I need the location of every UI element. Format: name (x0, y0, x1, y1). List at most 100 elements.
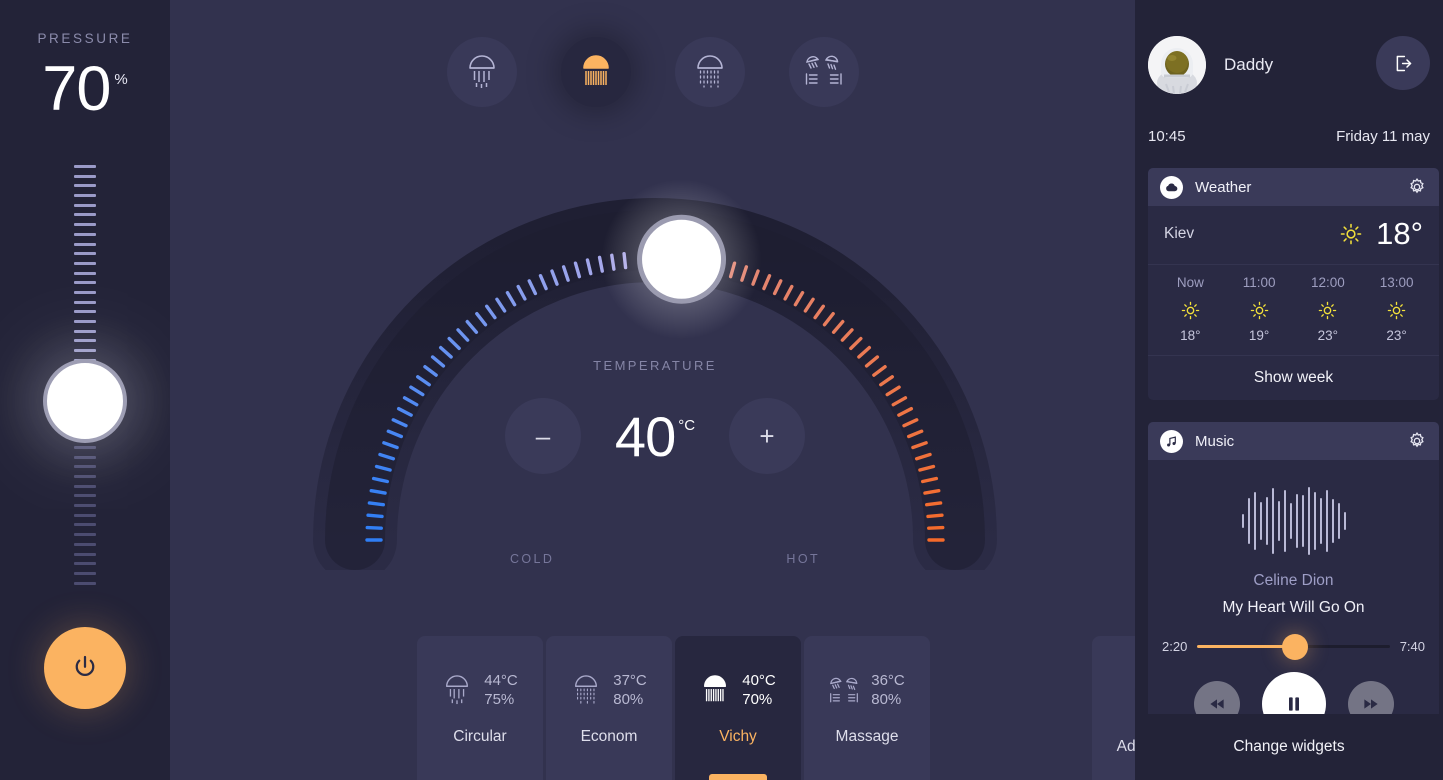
pressure-tick (74, 203, 96, 207)
pressure-tick (74, 242, 96, 246)
pressure-tick (74, 504, 96, 508)
music-note-icon (1160, 429, 1183, 453)
preset-list: 44°C 75% Circular 37°C 80% Econom 40°C 70% Vichy… (417, 636, 930, 780)
preset-active-indicator (709, 774, 767, 780)
temperature-unit: °C (678, 416, 696, 434)
weather-hour-icon (1225, 300, 1294, 320)
preset-temperature: 36°C (871, 672, 905, 689)
mode-button-mist[interactable] (674, 37, 745, 107)
pressure-tick (74, 281, 96, 285)
mode-button-jets[interactable] (788, 37, 859, 107)
waveform-bar (1307, 487, 1310, 555)
dial-tick (365, 525, 383, 530)
power-button[interactable] (44, 627, 126, 709)
sun-icon (1340, 223, 1362, 245)
music-artist: Celine Dion (1253, 572, 1334, 589)
waveform-bar (1283, 490, 1286, 552)
pressure-tick (74, 513, 96, 517)
weather-hour-temp: 23° (1386, 328, 1407, 343)
pause-icon (1288, 697, 1299, 711)
preset-temperature: 40°C (742, 672, 776, 689)
dial-tick (925, 501, 943, 507)
preset-card-econom[interactable]: 37°C 80% Econom (546, 636, 672, 780)
preset-card-circular[interactable]: 44°C 75% Circular (417, 636, 543, 780)
preset-card-vichy[interactable]: 40°C 70% Vichy (675, 636, 801, 780)
temperature-increase-button[interactable]: + (729, 398, 805, 474)
shower-head-mist-icon (696, 55, 723, 88)
weather-hour-column: Now 18° (1156, 275, 1225, 343)
logout-button[interactable] (1376, 36, 1430, 90)
music-track-title: My Heart Will Go On (1222, 599, 1365, 616)
weather-current-temp: 18° (1376, 216, 1423, 251)
waveform-bar (1319, 498, 1322, 544)
sun-icon (1181, 301, 1200, 319)
pressure-tick (74, 290, 96, 294)
waveform-bar (1331, 499, 1334, 543)
pressure-tick (74, 320, 96, 323)
shower-jets-icon (805, 55, 842, 85)
gear-icon[interactable] (1407, 431, 1427, 451)
weather-hour-label: Now (1176, 275, 1204, 290)
pressure-tick (74, 339, 96, 343)
weather-hour-column: 12:00 23° (1294, 275, 1363, 343)
pressure-value: 70% (0, 58, 170, 121)
music-progress[interactable]: 2:20 7:40 (1148, 633, 1439, 660)
pressure-tick (74, 329, 96, 333)
preset-card-massage[interactable]: 36°C 80% Massage (804, 636, 930, 780)
temperature-dial[interactable]: TEMPERATURE – 40 °C + COLD HOT (310, 170, 1000, 570)
weather-hour-temp: 19° (1248, 328, 1270, 343)
current-date: Friday 11 may (1336, 128, 1430, 145)
gear-icon[interactable] (1407, 177, 1427, 197)
waveform-bar (1271, 488, 1274, 554)
music-progress-handle[interactable] (1282, 633, 1309, 660)
waveform-bar (1247, 498, 1250, 544)
mode-button-waterfall[interactable] (560, 37, 631, 107)
music-duration: 7:40 (1399, 639, 1425, 654)
time-date-row: 10:45 Friday 11 may (1148, 128, 1430, 145)
waveform-bar (1259, 502, 1262, 540)
change-widgets-button[interactable]: Change widgets (1135, 714, 1443, 780)
weather-hour-temp: 18° (1180, 328, 1201, 343)
pressure-tick (74, 475, 96, 478)
music-note-glyph (1167, 435, 1176, 446)
music-progress-fill (1197, 645, 1296, 648)
weather-hour-column: 13:00 23° (1362, 275, 1431, 343)
preset-pressure: 70% (742, 691, 773, 708)
pressure-tick (74, 232, 96, 236)
waveform-bar (1277, 501, 1280, 541)
preset-values: 37°C 80% (613, 672, 647, 708)
avatar[interactable] (1148, 36, 1206, 94)
mode-button-rain[interactable] (446, 37, 517, 107)
dial-tick (366, 513, 384, 519)
music-progress-track[interactable] (1197, 633, 1390, 660)
pressure-tick (74, 465, 96, 469)
pressure-tick (74, 174, 96, 178)
pressure-tick (74, 484, 96, 488)
waveform-bar (1301, 495, 1304, 547)
show-week-button[interactable]: Show week (1148, 356, 1439, 400)
pressure-tick (74, 194, 96, 198)
pressure-tick (74, 184, 96, 188)
preset-temperature: 44°C (484, 672, 518, 689)
preset-values: 44°C 75% (484, 672, 518, 708)
hot-label: HOT (786, 552, 820, 566)
dial-tick (923, 488, 941, 495)
pressure-slider[interactable] (0, 165, 170, 585)
weather-widget-header: Weather (1148, 168, 1439, 206)
fast-forward-icon (1363, 699, 1378, 709)
pressure-tick (74, 300, 96, 304)
cloud-icon (1160, 175, 1183, 199)
waveform-bar (1289, 503, 1292, 539)
music-elapsed-time: 2:20 (1162, 639, 1188, 654)
pressure-slider-knob[interactable] (43, 359, 127, 443)
temperature-decrease-button[interactable]: – (505, 398, 581, 474)
preset-name: Econom (580, 728, 638, 745)
preset-temperature: 37°C (613, 672, 647, 689)
waveform-bar (1265, 497, 1268, 545)
weather-hour-icon (1156, 300, 1225, 320)
dial-tick (367, 501, 385, 507)
preset-summary: 44°C 75% (442, 672, 518, 708)
weather-hour-temp: 23° (1317, 328, 1339, 343)
pressure-tick (74, 552, 96, 556)
pressure-tick (74, 310, 96, 314)
